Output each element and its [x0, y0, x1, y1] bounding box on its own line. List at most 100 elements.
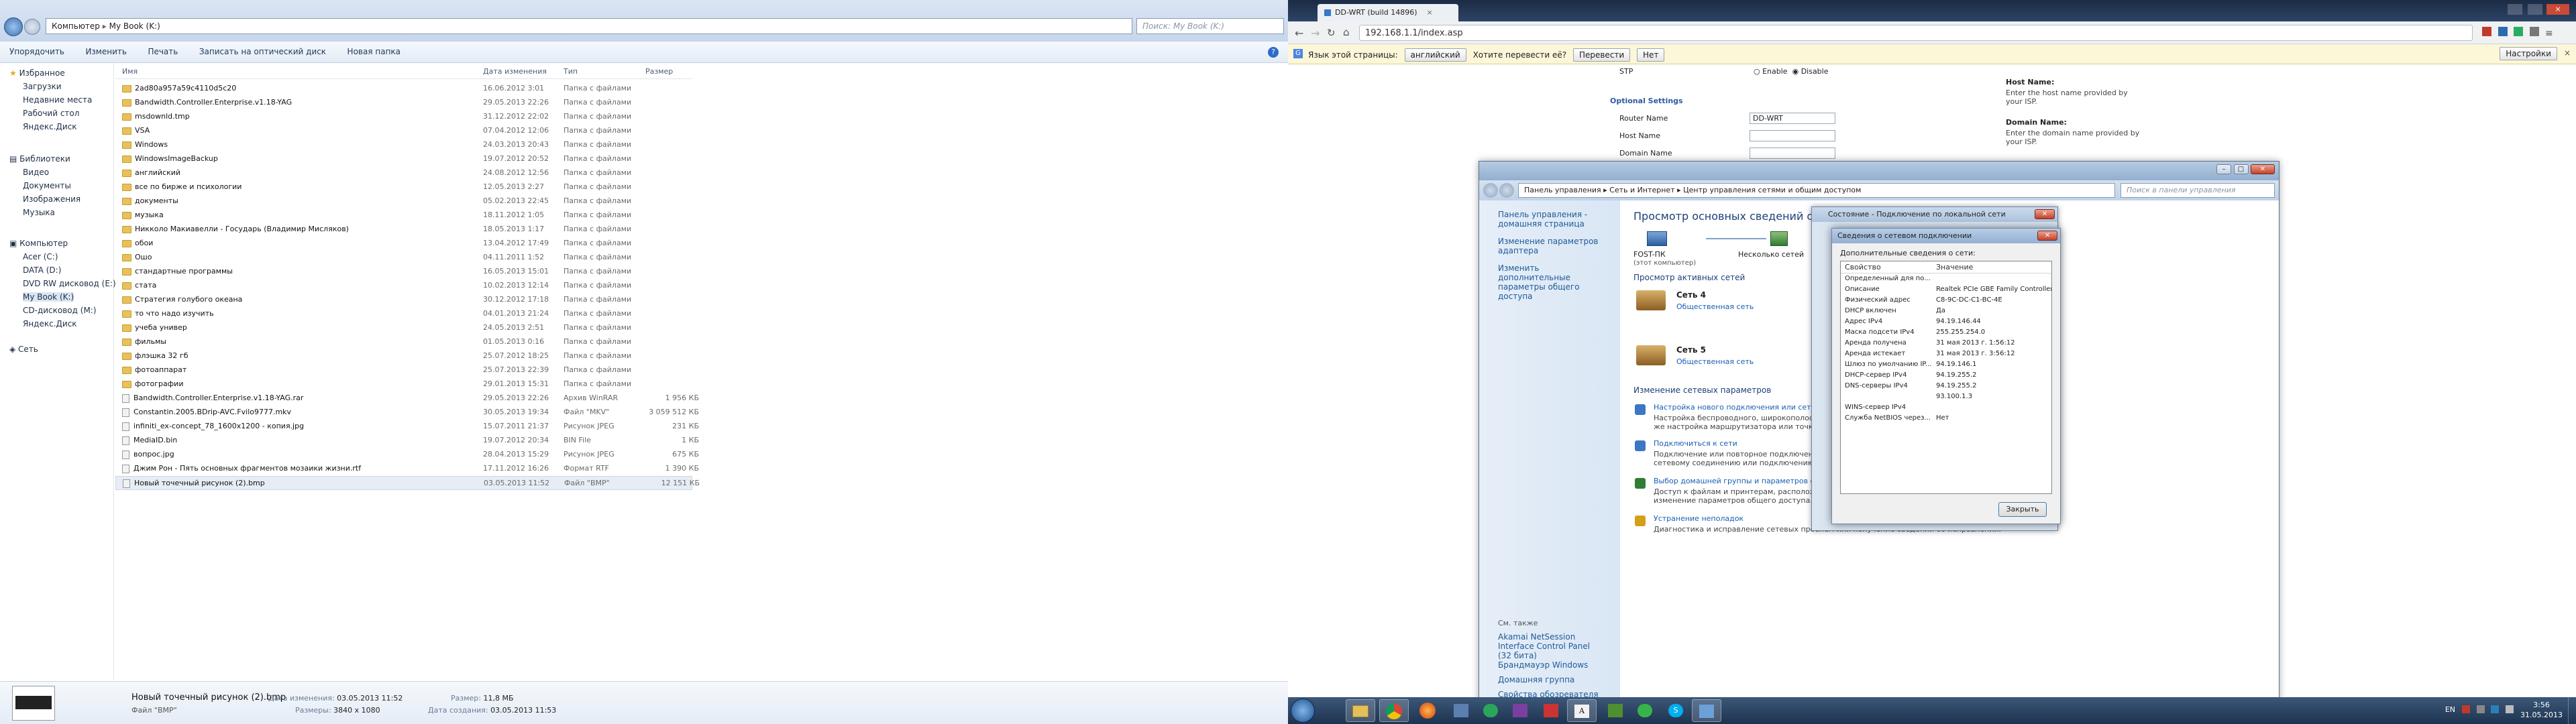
nav-favorites[interactable]: ★ Избранное	[9, 68, 65, 78]
details-row[interactable]: DHCP-сервер IPv4 94.19.255.2	[1841, 370, 2051, 381]
taskbar-chrome[interactable]	[1379, 699, 1409, 722]
forward-icon[interactable]: →	[1311, 27, 1320, 40]
col-type[interactable]: Тип	[564, 67, 578, 76]
details-row[interactable]: 93.100.1.3	[1841, 391, 2051, 402]
taskbar-app-icon[interactable]	[1446, 699, 1476, 722]
file-row[interactable]: Никколо Макиавелли - Государь (Владимир …	[115, 223, 692, 237]
close-button[interactable]: ✕	[2037, 231, 2057, 241]
file-row[interactable]: infiniti_ex-concept_78_1600x1200 - копия…	[115, 420, 699, 434]
address-bar[interactable]: Компьютер ▸ My Book (K:)	[46, 18, 1132, 34]
file-row[interactable]: вопрос.jpg 28.04.2013 15:29 Рисунок JPEG 67…	[115, 448, 699, 462]
details-row[interactable]: Шлюз по умолчанию IP... 94.19.146.1	[1841, 359, 2051, 370]
new-connection-link[interactable]: Настройка нового подключения или сети	[1654, 403, 1816, 412]
close-button[interactable]: ✕	[2251, 164, 2275, 174]
taskbar-app-icon[interactable]	[1476, 699, 1505, 722]
network-tray-icon[interactable]	[2491, 705, 2499, 713]
reload-icon[interactable]: ↻	[1327, 27, 1336, 39]
file-row[interactable]: Ошо 04.11.2011 1:52 Папка с файлами	[115, 251, 692, 265]
file-row[interactable]: Windows 24.03.2013 20:43 Папка с файлами	[115, 138, 692, 152]
file-row[interactable]: все по бирже и психологии 12.05.2013 2:27…	[115, 180, 692, 194]
print-button[interactable]: Печать	[138, 42, 187, 62]
nav-video[interactable]: Видео	[23, 168, 49, 177]
nav-downloads[interactable]: Загрузки	[23, 82, 62, 91]
details-row[interactable]: Маска подсети IPv4 255.255.254.0	[1841, 327, 2051, 338]
maximize-button[interactable]	[2528, 4, 2542, 15]
file-row[interactable]: фотоаппарат 25.07.2013 22:39 Папка с файла…	[115, 363, 692, 377]
url-input[interactable]: 192.168.1.1/index.asp	[1359, 25, 2473, 41]
tab-close-icon[interactable]: ×	[1427, 8, 1433, 17]
menu-icon[interactable]: ≡	[2545, 28, 2553, 39]
troubleshoot-link[interactable]: Устранение неполадок	[1654, 514, 1743, 523]
nav-libraries[interactable]: ▤ Библиотеки	[9, 154, 70, 164]
nav-yandex-disk[interactable]: Яндекс.Диск	[23, 122, 77, 131]
host-name-input[interactable]	[1750, 130, 1835, 141]
nav-drive-m[interactable]: CD-дисковод (M:)	[23, 306, 97, 315]
new-folder-button[interactable]: Новая папка	[338, 42, 410, 62]
taskbar-app-icon[interactable]	[1601, 699, 1630, 722]
taskbar-app-icon[interactable]	[1630, 699, 1660, 722]
taskbar-explorer[interactable]	[1346, 699, 1375, 722]
nav-recent[interactable]: Недавние места	[23, 95, 92, 105]
file-row[interactable]: Constantin.2005.BDrip-AVC.Fvilo9777.mkv 3…	[115, 406, 699, 420]
cp-search-input[interactable]: Поиск в панели управления	[2121, 183, 2275, 198]
translate-button[interactable]: Перевести	[1572, 48, 1631, 62]
minimize-button[interactable]	[2508, 4, 2522, 15]
file-row[interactable]: стандартные программы 16.05.2013 15:01 Пап…	[115, 265, 692, 279]
adapter-settings-link[interactable]: Изменение параметров адаптера	[1498, 237, 1605, 255]
nav-images[interactable]: Изображения	[23, 194, 80, 204]
file-row[interactable]: Джим Рон - Пять основных фрагментов моза…	[115, 462, 699, 476]
start-button[interactable]	[1291, 699, 1315, 723]
change-button[interactable]: Изменить	[76, 42, 136, 62]
radio-disable[interactable]: ◉	[1792, 67, 1799, 76]
organize-button[interactable]: Упорядочить	[0, 42, 74, 62]
home-icon[interactable]: ⌂	[1343, 26, 1350, 38]
details-row[interactable]: Служба NetBIOS через... Нет	[1841, 413, 2051, 424]
file-row[interactable]: Новый точечный рисунок (2).bmp 03.05.2013…	[115, 476, 700, 490]
connect-network-link[interactable]: Подключиться к сети	[1654, 439, 1737, 448]
close-dialog-button[interactable]: Закрыть	[1998, 502, 2047, 517]
extension-icon[interactable]	[2482, 27, 2491, 36]
sharing-settings-link[interactable]: Изменить дополнительные параметры общего…	[1498, 263, 1605, 301]
col-size[interactable]: Размер	[645, 67, 673, 76]
network-4-type-link[interactable]: Общественная сеть	[1676, 302, 1754, 311]
domain-name-input[interactable]	[1750, 147, 1835, 159]
nav-desktop[interactable]: Рабочий стол	[23, 109, 79, 118]
help-icon[interactable]: ?	[1268, 47, 1279, 58]
path-root[interactable]: Компьютер	[52, 21, 100, 31]
file-row[interactable]: обои 13.04.2012 17:49 Папка с файлами	[115, 237, 692, 251]
file-row[interactable]: музыка 18.11.2012 1:05 Папка с файлами	[115, 208, 692, 223]
tray-icon[interactable]	[2476, 705, 2485, 713]
details-row[interactable]: Аренда истекает 31 мая 2013 г. 3:56:12	[1841, 349, 2051, 359]
close-button[interactable]: ×	[2546, 4, 2569, 15]
file-row[interactable]: WindowsImageBackup 19.07.2012 20:52 Папка …	[115, 152, 692, 166]
details-row[interactable]: DNS-серверы IPv4 94.19.255.2	[1841, 381, 2051, 391]
language-indicator[interactable]: EN	[2445, 705, 2455, 714]
col-name[interactable]: Имя	[122, 67, 138, 76]
nav-drive-e[interactable]: DVD RW дисковод (E:)	[23, 279, 116, 288]
close-button[interactable]: ✕	[2035, 209, 2055, 219]
close-translate-icon[interactable]: ×	[2564, 48, 2571, 58]
file-row[interactable]: 2ad80a957a59c4110d5c20 16.06.2012 3:01 Пап…	[115, 82, 692, 96]
no-translate-button[interactable]: Нет	[1637, 48, 1665, 62]
minimize-button[interactable]: –	[2216, 164, 2231, 174]
nav-computer[interactable]: ▣ Компьютер	[9, 239, 68, 248]
nav-music[interactable]: Музыка	[23, 208, 55, 217]
taskbar-skype[interactable]: S	[1661, 699, 1690, 722]
volume-icon[interactable]	[2505, 705, 2514, 713]
path-current[interactable]: My Book (K:)	[109, 21, 160, 31]
file-row[interactable]: документы 05.02.2013 22:45 Папка с файлами	[115, 194, 692, 208]
file-row[interactable]: Bandwidth.Controller.Enterprise.v1.18-YA…	[115, 96, 692, 110]
akamai-link[interactable]: Akamai NetSession Interface Control Pane…	[1498, 632, 1605, 660]
file-row[interactable]: Bandwidth.Controller.Enterprise.v1.18-YA…	[115, 391, 699, 406]
radio-enable[interactable]: ○	[1754, 67, 1760, 76]
burn-button[interactable]: Записать на оптический диск	[190, 42, 335, 62]
network-5-type-link[interactable]: Общественная сеть	[1676, 357, 1754, 366]
nav-drive-c[interactable]: Acer (C:)	[23, 252, 58, 261]
taskbar-firefox[interactable]	[1413, 699, 1442, 722]
nav-drive-k[interactable]: My Book (K:)	[23, 292, 74, 302]
details-row[interactable]: Физический адрес C8-9C-DC-C1-BC-4E	[1841, 295, 2051, 306]
nav-documents[interactable]: Документы	[23, 181, 71, 190]
file-row[interactable]: фотографии 29.01.2013 15:31 Папка с файлам…	[115, 377, 692, 391]
back-icon[interactable]: ←	[1295, 27, 1303, 40]
translate-settings-button[interactable]: Настройки	[2500, 47, 2557, 60]
